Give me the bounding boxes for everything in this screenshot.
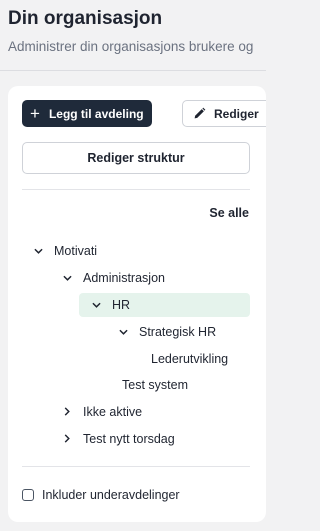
include-subdepartments-label: Inkluder underavdelinger: [42, 488, 180, 502]
plus-icon: +: [30, 104, 40, 123]
page-subtitle: Administrer din organisasjons brukere og: [8, 39, 254, 54]
chevron-down-icon[interactable]: [117, 326, 129, 338]
chevron-right-icon[interactable]: [61, 433, 73, 445]
checkbox-icon[interactable]: [22, 489, 34, 501]
tree-node-strategisk-hr[interactable]: Strategisk HR: [117, 321, 216, 342]
tree-node-label: Lederutvikling: [151, 351, 229, 366]
tree-node-label: Test nytt torsdag: [83, 431, 175, 446]
tree-node-label: Test system: [122, 377, 188, 392]
chevron-right-icon[interactable]: [61, 406, 73, 418]
edit-structure-button[interactable]: Rediger struktur: [22, 142, 250, 174]
edit-button[interactable]: Rediger: [182, 100, 266, 127]
pencil-icon: [193, 107, 214, 120]
tree-node-label: Ikke aktive: [83, 404, 143, 419]
tree-node-label: Motivati: [54, 243, 98, 258]
card-divider-top: [22, 189, 250, 190]
tree-node-test-nytt-torsdag[interactable]: Test nytt torsdag: [61, 428, 175, 449]
page-title: Din organisasjon: [8, 8, 163, 29]
include-subdepartments-option[interactable]: Inkluder underavdelinger: [22, 488, 180, 502]
tree-node-lederutvikling[interactable]: Lederutvikling: [151, 348, 228, 369]
chevron-down-icon[interactable]: [32, 245, 44, 257]
tree-node-test-system[interactable]: Test system: [122, 374, 188, 395]
chevron-down-icon[interactable]: [61, 272, 73, 284]
tree-node-label: Strategisk HR: [139, 324, 217, 339]
see-all-link[interactable]: Se alle: [209, 206, 249, 220]
add-department-label: Legg til avdeling: [48, 106, 144, 121]
chevron-down-icon[interactable]: [90, 299, 102, 311]
tree-node-hr[interactable]: HR: [79, 293, 250, 317]
edit-label: Rediger: [214, 106, 259, 121]
card-divider-bottom: [22, 466, 250, 467]
tree-node-ikke-aktive[interactable]: Ikke aktive: [61, 401, 142, 422]
tree-node-motivati[interactable]: Motivati: [32, 240, 97, 261]
tree-node-administrasjon[interactable]: Administrasjon: [61, 267, 165, 288]
organisation-card: + Legg til avdeling Rediger Rediger stru…: [8, 86, 266, 522]
add-department-button[interactable]: + Legg til avdeling: [22, 100, 152, 127]
header-divider: [0, 70, 266, 71]
tree-node-label: HR: [112, 298, 131, 312]
tree-node-label: Administrasjon: [83, 270, 165, 285]
